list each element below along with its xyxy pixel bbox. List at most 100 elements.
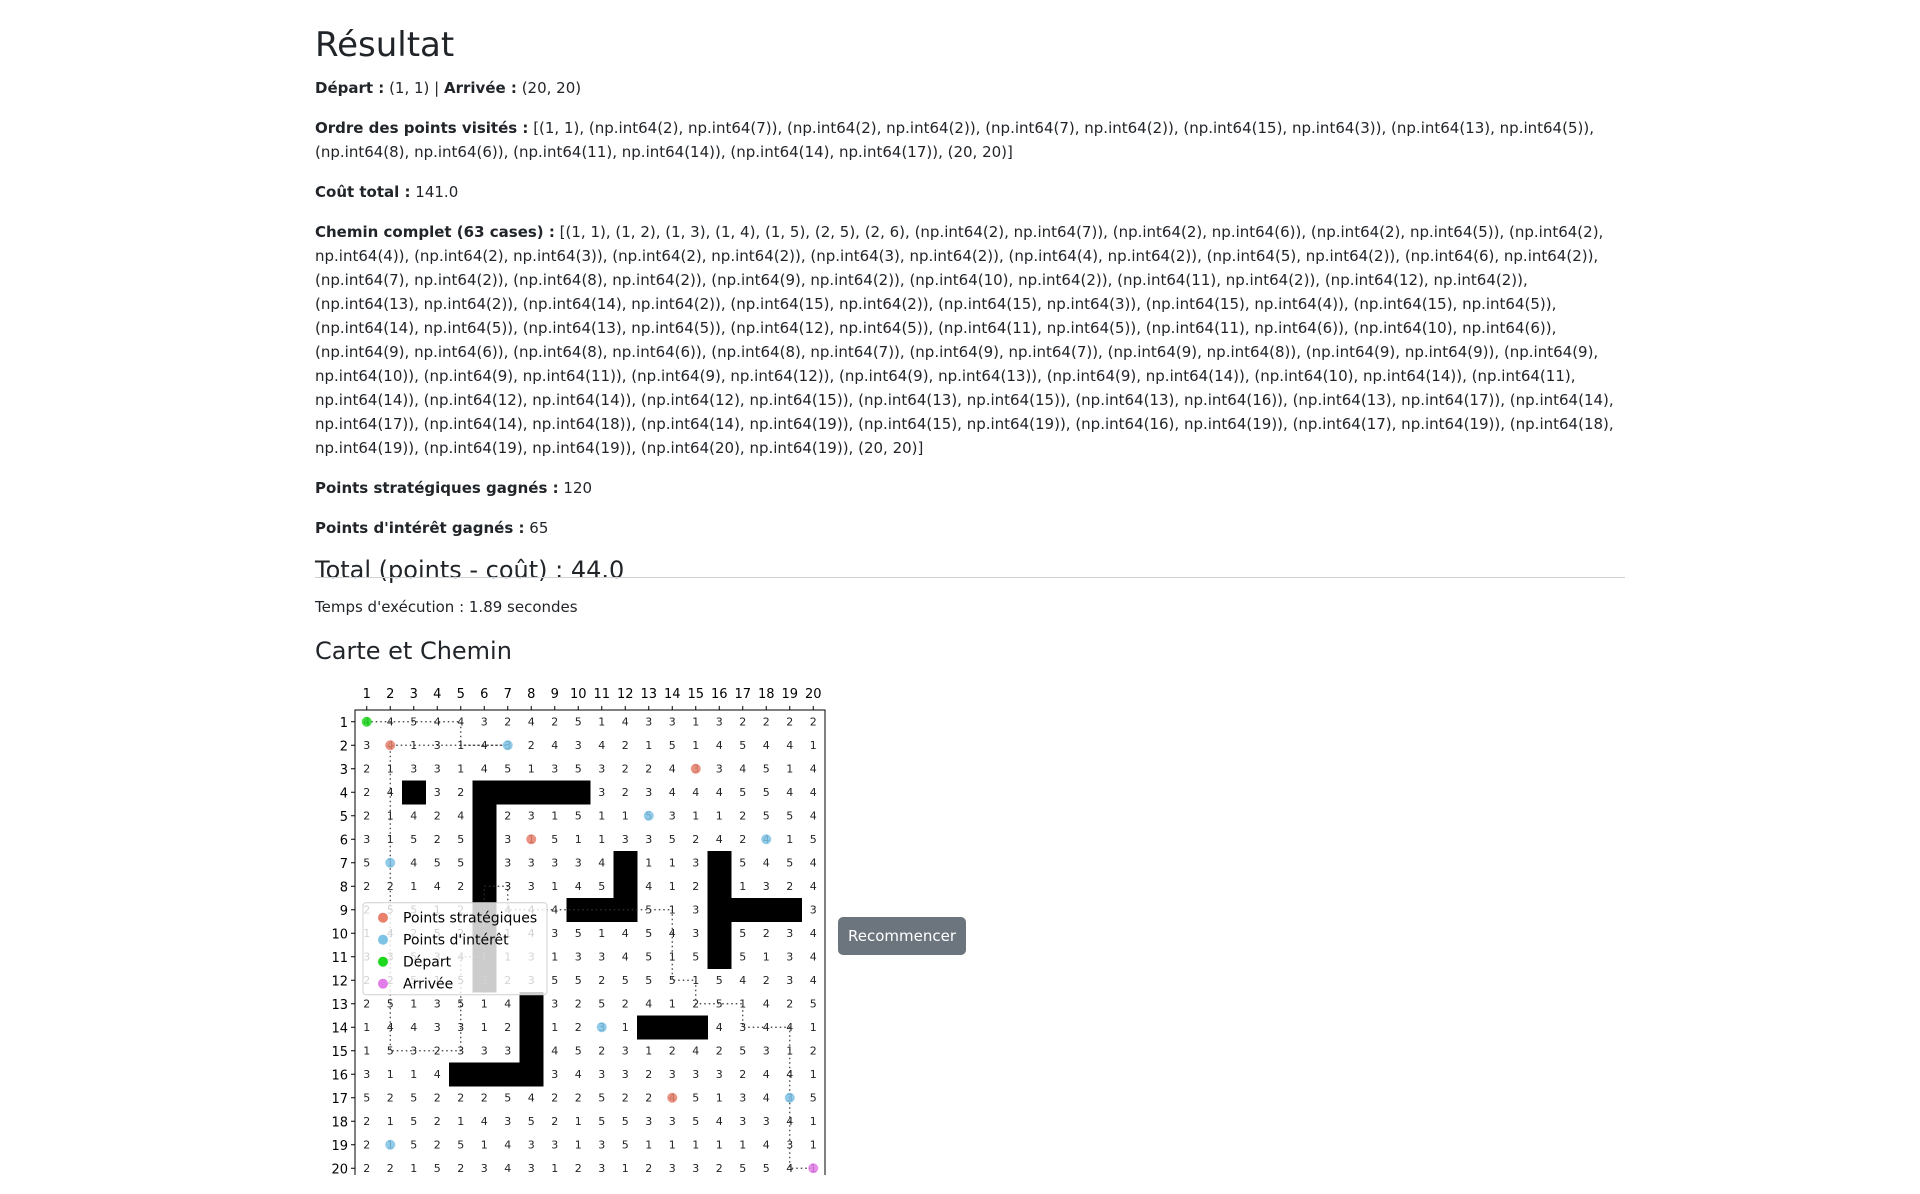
cell-value: 1: [692, 715, 699, 728]
cell-value: 1: [716, 1091, 723, 1104]
interest-point-marker: [784, 1092, 795, 1103]
cell-value: 2: [434, 833, 441, 846]
y-tick-label: 12: [331, 974, 348, 989]
cell-value: 4: [410, 1021, 417, 1034]
cell-value: 5: [434, 1162, 441, 1175]
cell-value: 2: [504, 809, 511, 822]
cell-value: 1: [387, 1115, 394, 1128]
y-tick-label: 18: [331, 1115, 348, 1130]
cell-value: 3: [598, 1138, 605, 1151]
legend-interest-label: Points d'intérêt: [403, 933, 509, 949]
cell-value: 4: [504, 1162, 511, 1175]
cell-value: 3: [575, 950, 582, 963]
x-tick-label: 10: [570, 687, 587, 702]
cell-value: 3: [692, 927, 699, 940]
cell-value: 1: [457, 762, 464, 775]
cell-value: 2: [575, 1021, 582, 1034]
cell-value: 5: [363, 856, 370, 869]
obstacle-cell: [778, 898, 802, 922]
cell-value: 4: [810, 974, 817, 987]
cell-value: 4: [669, 762, 676, 775]
x-tick-label: 13: [640, 687, 657, 702]
cell-value: 5: [551, 974, 558, 987]
cell-value: 2: [387, 1162, 394, 1175]
cell-value: 4: [528, 715, 535, 728]
cell-value: 3: [739, 1091, 746, 1104]
interest-point-marker: [385, 857, 396, 868]
cell-value: 5: [410, 1115, 417, 1128]
cell-value: 2: [622, 1091, 629, 1104]
cell-value: 4: [551, 1044, 558, 1057]
cell-value: 5: [410, 1138, 417, 1151]
legend-arrivee-label: Arrivée: [403, 977, 453, 993]
cell-value: 5: [622, 1138, 629, 1151]
y-tick-label: 20: [331, 1162, 348, 1175]
cell-value: 3: [363, 739, 370, 752]
interest-point-marker: [761, 834, 772, 845]
cell-value: 3: [410, 762, 417, 775]
obstacle-cell: [707, 898, 732, 922]
cell-value: 2: [763, 974, 770, 987]
restart-button[interactable]: Recommencer: [838, 917, 966, 955]
cell-value: 1: [692, 974, 699, 987]
cell-value: 3: [716, 1068, 723, 1081]
cell-value: 3: [622, 1044, 629, 1057]
cell-value: 3: [692, 903, 699, 916]
cell-value: 4: [434, 1068, 441, 1081]
cell-value: 4: [622, 927, 629, 940]
y-tick-label: 15: [331, 1045, 348, 1060]
cell-value: 2: [598, 974, 605, 987]
cell-value: 3: [810, 903, 817, 916]
cell-value: 4: [716, 833, 723, 846]
cell-value: 5: [410, 715, 417, 728]
result-panel: Résultat Départ : (1, 1) | Arrivée : (20…: [315, 22, 1625, 586]
cell-value: 3: [457, 1021, 464, 1034]
cell-value: 2: [716, 1162, 723, 1175]
cell-value: 3: [645, 833, 652, 846]
cell-value: 4: [481, 1115, 488, 1128]
cell-value: 5: [692, 1091, 699, 1104]
cell-value: 5: [669, 833, 676, 846]
cell-value: 3: [763, 1115, 770, 1128]
cell-value: 2: [645, 1162, 652, 1175]
cell-value: 1: [786, 762, 793, 775]
cell-value: 1: [786, 833, 793, 846]
cell-value: 3: [434, 997, 441, 1010]
strategic-point-marker: [526, 834, 537, 845]
cell-value: 5: [622, 1115, 629, 1128]
obstacle-cell: [731, 898, 755, 922]
cell-value: 3: [739, 1115, 746, 1128]
cell-value: 3: [598, 786, 605, 799]
cell-value: 1: [551, 1162, 558, 1175]
cell-value: 4: [786, 739, 793, 752]
cell-value: 2: [575, 1162, 582, 1175]
obstacle-cell: [472, 780, 497, 805]
y-tick-label: 6: [340, 833, 348, 848]
cell-value: 2: [739, 833, 746, 846]
cell-value: 2: [786, 880, 793, 893]
cell-value: 5: [457, 997, 464, 1010]
cell-value: 1: [598, 715, 605, 728]
cell-value: 2: [692, 833, 699, 846]
cell-value: 2: [716, 1044, 723, 1057]
y-tick-label: 16: [331, 1068, 348, 1083]
x-tick-label: 15: [687, 687, 704, 702]
cell-value: 5: [410, 833, 417, 846]
obstacle-cell: [472, 851, 497, 875]
interest-point-marker: [596, 1022, 607, 1033]
obstacle-cell: [472, 804, 497, 828]
cell-value: 3: [645, 1115, 652, 1128]
obstacle-cell: [637, 1015, 661, 1040]
cell-value: 2: [622, 762, 629, 775]
cell-value: 1: [810, 1068, 817, 1081]
obstacle-cell: [707, 874, 732, 899]
cell-value: 2: [645, 1068, 652, 1081]
cell-value: 3: [504, 1044, 511, 1057]
cell-value: 3: [669, 1068, 676, 1081]
cell-value: 2: [434, 1115, 441, 1128]
cell-value: 1: [669, 880, 676, 893]
cell-value: 4: [786, 1068, 793, 1081]
cell-value: 3: [551, 927, 558, 940]
cell-value: 2: [739, 809, 746, 822]
cell-value: 4: [622, 950, 629, 963]
